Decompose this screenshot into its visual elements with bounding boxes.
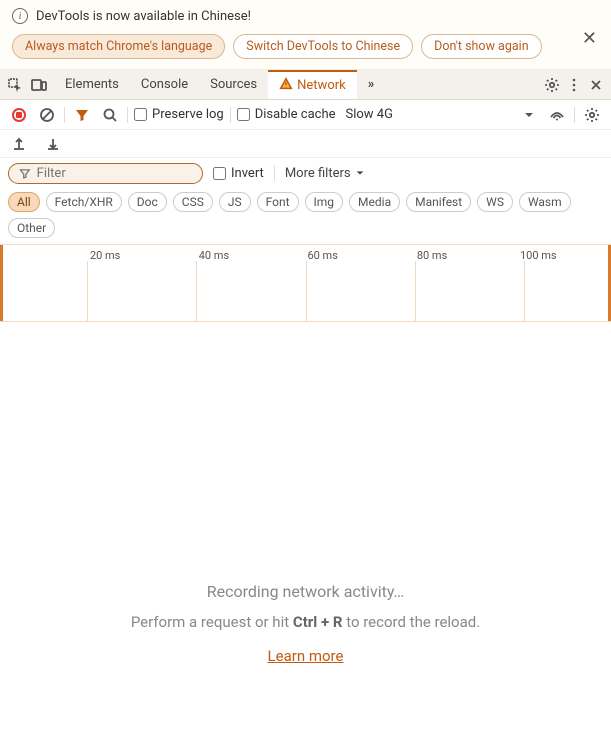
network-empty-state: Recording network activity… Perform a re… [0,322,611,665]
record-button[interactable] [8,104,30,126]
export-har-icon[interactable] [8,133,30,155]
search-icon[interactable] [99,104,121,126]
type-pill-media[interactable]: Media [349,192,400,212]
settings-gear-icon[interactable] [541,74,563,96]
divider [64,107,65,123]
disable-cache-checkbox[interactable]: Disable cache [237,107,336,122]
tab-network[interactable]: Network [268,70,357,99]
filter-bar: Invert More filters [0,158,611,188]
timeline-tick: 100 ms [520,249,557,262]
type-pill-doc[interactable]: Doc [128,192,167,212]
type-pill-ws[interactable]: WS [477,192,513,212]
divider [230,107,231,123]
type-pill-other[interactable]: Other [8,218,55,238]
info-icon: i [12,8,28,24]
tab-sources[interactable]: Sources [199,70,268,99]
tab-network-label: Network [297,78,346,93]
warning-icon [279,77,293,95]
preserve-log-checkbox[interactable]: Preserve log [134,107,224,122]
network-conditions-icon[interactable] [546,104,568,126]
close-icon[interactable]: ✕ [582,28,597,49]
resource-type-filter: All Fetch/XHR Doc CSS JS Font Img Media … [0,188,611,244]
import-har-icon[interactable] [42,133,64,155]
type-pill-js[interactable]: JS [219,192,251,212]
type-pill-img[interactable]: Img [305,192,344,212]
network-toolbar-secondary [0,130,611,158]
type-pill-manifest[interactable]: Manifest [406,192,471,212]
divider [127,107,128,123]
throttling-dropdown-icon[interactable] [518,104,540,126]
empty-hint: Perform a request or hit Ctrl + R to rec… [0,613,611,631]
inspect-element-icon[interactable] [4,74,26,96]
timeline-tick: 80 ms [417,249,447,262]
learn-more-link[interactable]: Learn more [268,647,344,665]
type-pill-font[interactable]: Font [257,192,299,212]
device-toolbar-icon[interactable] [28,74,50,96]
match-chrome-language-button[interactable]: Always match Chrome's language [12,34,225,59]
empty-title: Recording network activity… [0,582,611,601]
clear-button[interactable] [36,104,58,126]
kebab-menu-icon[interactable] [563,74,585,96]
timeline-tick: 20 ms [90,249,120,262]
throttling-select[interactable]: Slow 4G [346,107,393,122]
funnel-icon [19,167,31,180]
filter-input-container[interactable] [8,163,203,184]
timeline-tick: 60 ms [307,249,337,262]
filter-toggle-icon[interactable] [71,104,93,126]
type-pill-all[interactable]: All [8,192,40,212]
network-toolbar: Preserve log Disable cache Slow 4G [0,100,611,130]
switch-to-chinese-button[interactable]: Switch DevTools to Chinese [233,34,413,59]
filter-input[interactable] [37,166,192,181]
tab-elements[interactable]: Elements [54,70,130,99]
type-pill-css[interactable]: CSS [173,192,213,212]
divider [574,107,575,123]
type-pill-fetch-xhr[interactable]: Fetch/XHR [46,192,122,212]
infobar-message: DevTools is now available in Chinese! [36,9,251,24]
type-pill-wasm[interactable]: Wasm [519,192,571,212]
dont-show-again-button[interactable]: Don't show again [421,34,542,59]
language-infobar: i DevTools is now available in Chinese! … [0,0,611,70]
timeline-tick: 40 ms [199,249,229,262]
invert-checkbox[interactable]: Invert [213,166,264,181]
network-timeline[interactable]: 20 ms 40 ms 60 ms 80 ms 100 ms [0,244,611,322]
more-filters-button[interactable]: More filters [285,166,365,181]
main-tab-bar: Elements Console Sources Network » [0,70,611,100]
more-tabs-button[interactable]: » [357,70,386,99]
tab-console[interactable]: Console [130,70,199,99]
network-settings-gear-icon[interactable] [581,104,603,126]
timeline-handle-left[interactable] [0,245,3,321]
close-devtools-icon[interactable] [585,74,607,96]
divider [274,165,275,181]
